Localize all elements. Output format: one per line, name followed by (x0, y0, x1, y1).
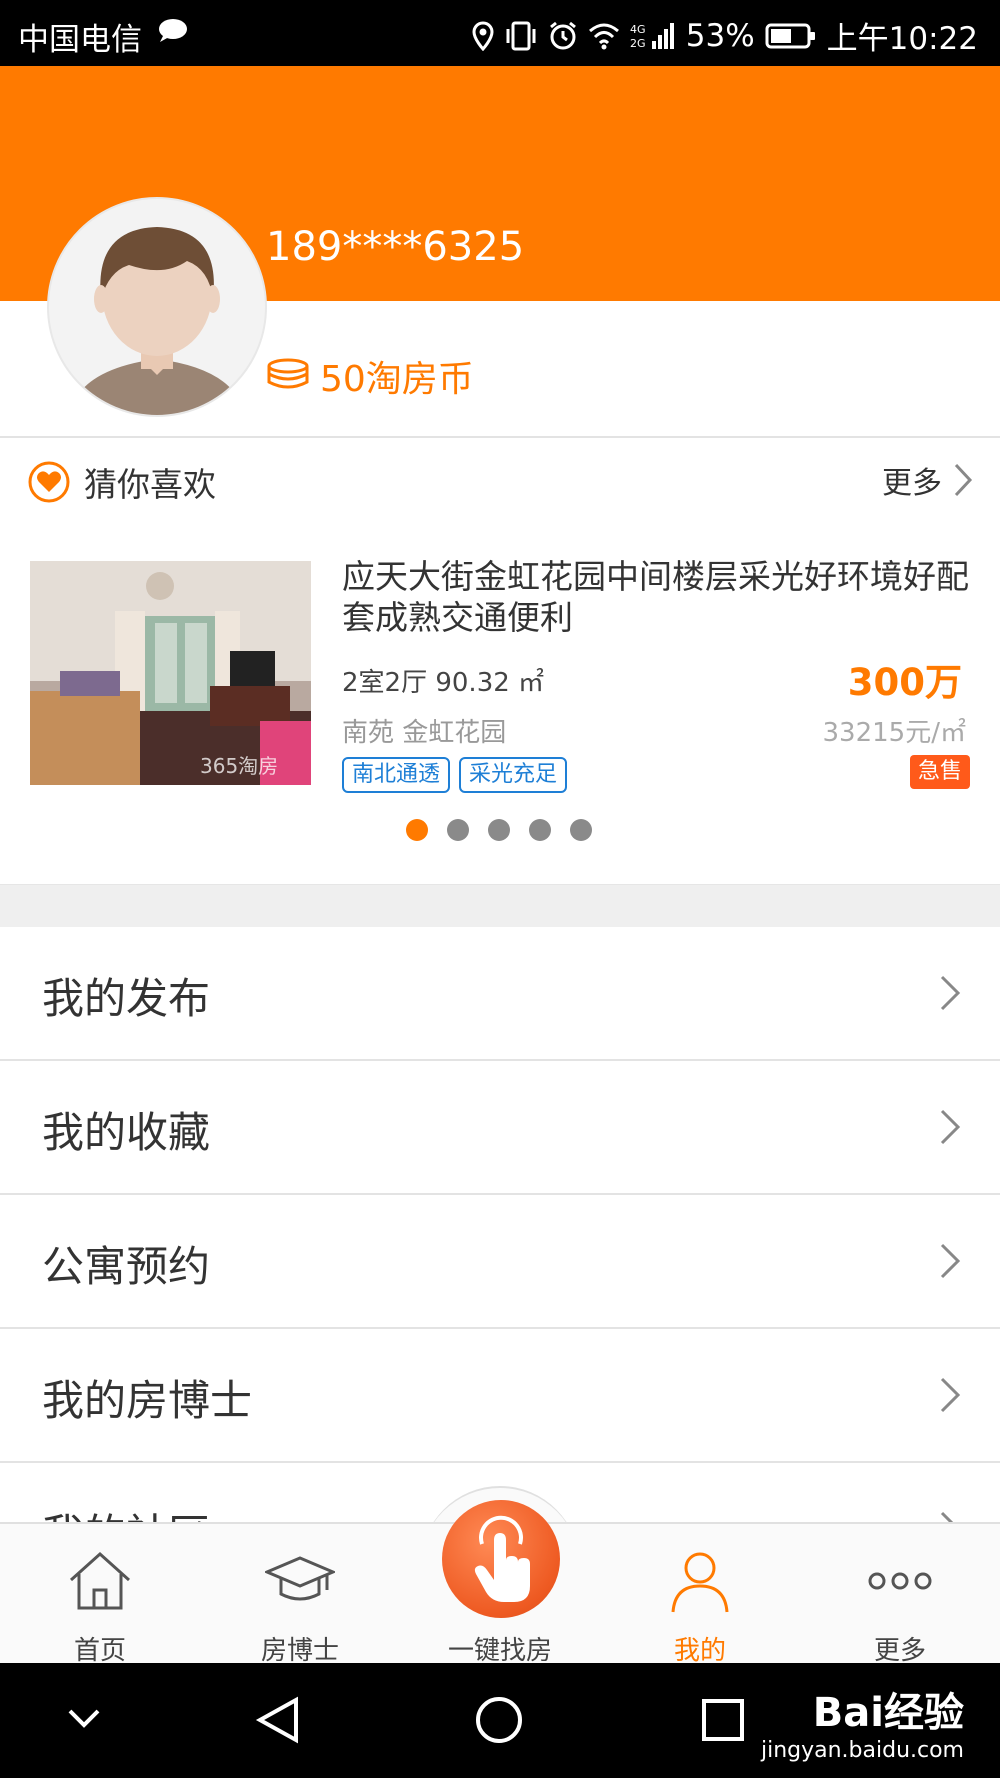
carousel-indicator (406, 819, 592, 841)
status-icons: 4G 2G 53% 上午10:22 (472, 13, 978, 58)
watermark-brand: Bai经验 (812, 1690, 964, 1736)
menu-item-my-posts[interactable]: 我的发布 (0, 927, 1000, 1061)
carousel-dot[interactable] (447, 819, 469, 841)
signal-icon: 4G2G (630, 22, 674, 50)
listing-price: 300万 (848, 652, 962, 706)
nav-label: 房博士 (260, 1636, 339, 1666)
carousel-dot[interactable] (529, 819, 551, 841)
menu-item-favorites[interactable]: 我的收藏 (0, 1061, 1000, 1195)
nav-label: 我的 (673, 1636, 726, 1666)
home-icon (69, 1551, 131, 1610)
coin-balance-label: 50淘房币 (320, 359, 474, 400)
chevron-right-icon (940, 975, 961, 1011)
recommend-more-link[interactable]: 更多 (882, 458, 974, 502)
price-value: 300 (847, 661, 925, 704)
clock: 上午10:22 (826, 21, 978, 57)
message-icon (159, 19, 187, 42)
carousel-dot[interactable] (406, 819, 428, 841)
recent-apps-icon[interactable] (700, 1697, 746, 1743)
baidu-jingyan-watermark: Bai经验 jingyan.baidu.com (761, 1680, 964, 1763)
battery-percent: 53% (685, 17, 755, 54)
chevron-right-icon (940, 1243, 961, 1279)
nav-mine[interactable]: 我的 (600, 1524, 800, 1666)
listing-photo[interactable]: 365淘房 (30, 561, 311, 785)
wifi-icon (588, 23, 619, 49)
price-unit: 万 (925, 661, 962, 704)
svg-text:2G: 2G (630, 37, 646, 50)
section-gap (0, 884, 1000, 928)
watermark-url: jingyan.baidu.com (760, 1738, 964, 1763)
tap-hand-icon (474, 1515, 530, 1602)
menu-label: 我的发布 (42, 974, 211, 1023)
listing-tag: 采光充足 (459, 757, 568, 793)
graduation-cap-icon (265, 1556, 335, 1601)
nav-more[interactable]: 更多 (800, 1524, 1000, 1666)
chevron-right-icon (940, 1377, 961, 1413)
nav-fangboshi[interactable]: 房博士 (200, 1524, 400, 1666)
hide-keyboard-icon[interactable] (64, 1703, 104, 1733)
location-icon (472, 20, 494, 51)
default-avatar-icon (69, 227, 245, 415)
quick-search-button[interactable] (442, 1500, 560, 1618)
recommend-header: 猜你喜欢 (28, 458, 216, 506)
recommend-title: 猜你喜欢 (84, 465, 216, 504)
nav-label: 更多 (873, 1636, 926, 1666)
coin-balance[interactable]: 50淘房币 (266, 350, 474, 402)
back-icon[interactable] (254, 1695, 302, 1745)
urgent-badge: 急售 (909, 755, 970, 789)
more-dots-icon (868, 1572, 932, 1590)
carrier-name: 中国电信 (18, 22, 142, 58)
home-circle-icon[interactable] (474, 1695, 524, 1745)
listing-location: 南苑 金虹花园 (342, 718, 507, 748)
chevron-right-icon (940, 1109, 961, 1145)
nav-label: 一键找房 (447, 1636, 552, 1666)
menu-label: 我的房博士 (42, 1376, 253, 1425)
section-divider (0, 436, 1000, 438)
menu-label: 公寓预约 (42, 1242, 211, 1291)
user-phone: 189****6325 (266, 224, 525, 270)
alarm-icon (549, 21, 576, 49)
carousel-dot[interactable] (570, 819, 592, 841)
coins-icon (267, 358, 309, 389)
carousel-dot[interactable] (488, 819, 510, 841)
menu-item-apartment-booking[interactable]: 公寓预约 (0, 1195, 1000, 1329)
nav-home[interactable]: 首页 (0, 1524, 200, 1666)
avatar[interactable] (47, 197, 267, 417)
listing-title[interactable]: 应天大街金虹花园中间楼层采光好环境好配套成熟交通便利 (342, 556, 972, 638)
menu-item-my-doctor[interactable]: 我的房博士 (0, 1329, 1000, 1463)
nav-label: 首页 (73, 1636, 126, 1666)
heart-icon (28, 461, 70, 503)
more-label: 更多 (882, 466, 942, 501)
status-bar: 中国电信 4G 2G 53% 上午10:22 (0, 0, 1000, 66)
listing-unit-price: 33215元/㎡ (822, 718, 966, 748)
listing-tag: 南北通透 (342, 757, 451, 793)
photo-watermark: 365淘房 (200, 754, 278, 778)
chevron-right-icon (954, 463, 973, 497)
svg-text:4G: 4G (630, 23, 646, 36)
vibrate-icon (506, 21, 536, 50)
menu-label: 我的收藏 (42, 1108, 211, 1157)
listing-specs: 2室2厅 90.32 ㎡ (342, 668, 545, 698)
battery-icon (765, 23, 815, 48)
person-icon (671, 1552, 729, 1613)
